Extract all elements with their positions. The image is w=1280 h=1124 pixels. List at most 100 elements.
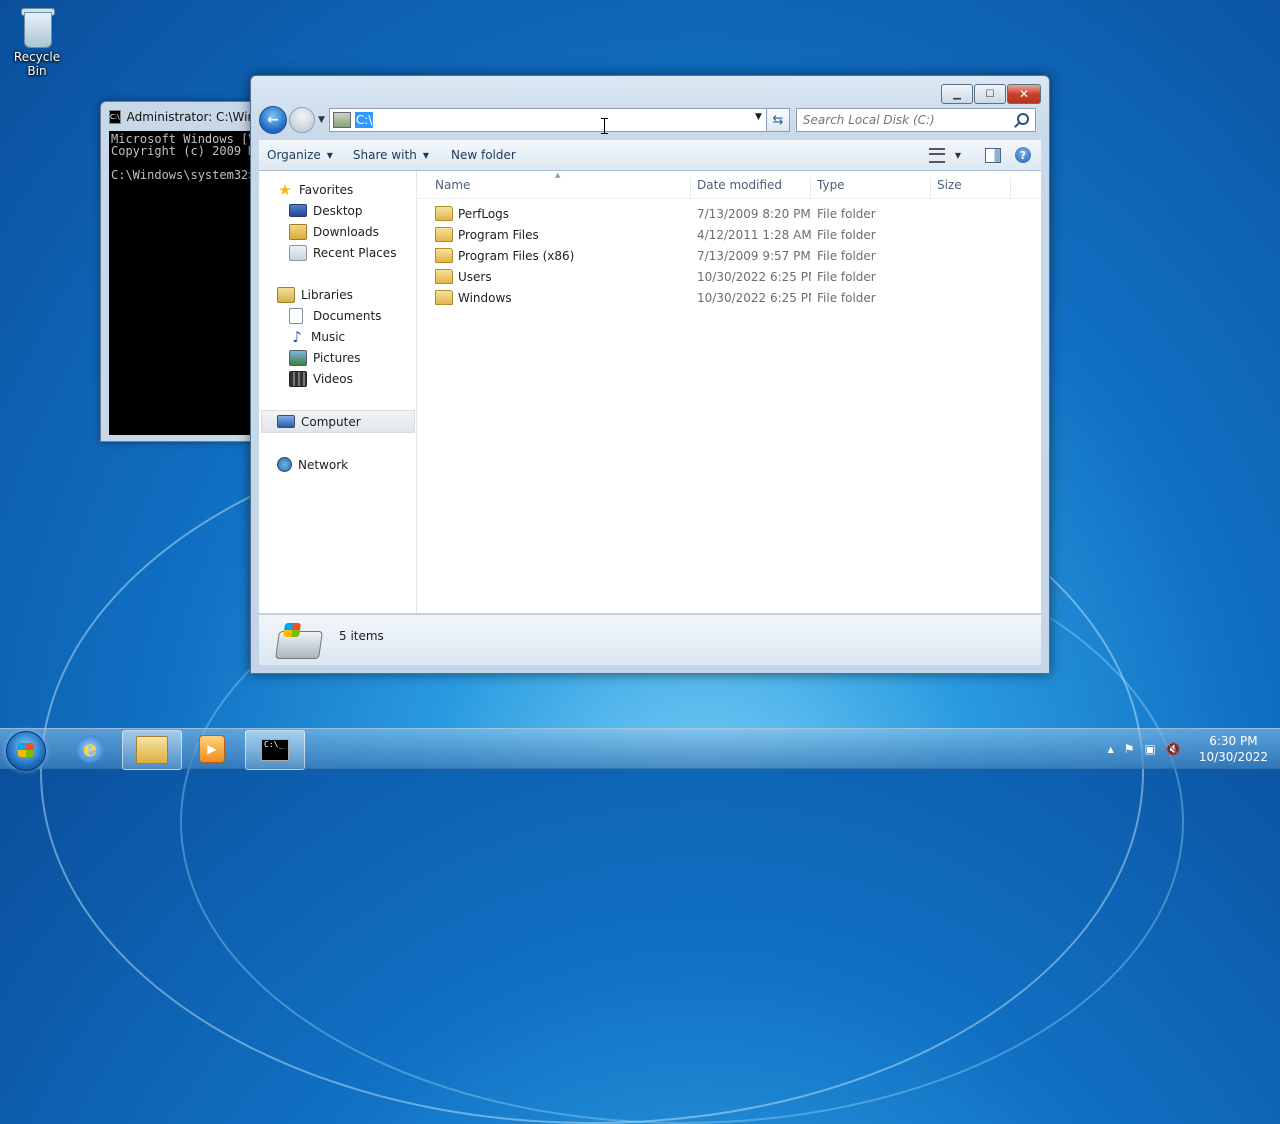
share-with-label: Share with: [352, 148, 417, 162]
column-header-type[interactable]: Type: [811, 178, 931, 198]
navigation-pane[interactable]: ★ Favorites Desktop Downloads Recent Plac…: [259, 171, 417, 613]
nav-music[interactable]: ♪ Music: [259, 326, 416, 347]
file-name: Program Files: [458, 227, 539, 242]
taskbar: e ▶ C:\_ ▲ ⚑ ▣ 🔇 6:30 PM 10/30/2022: [0, 728, 1280, 771]
start-button[interactable]: [6, 731, 46, 771]
file-type: File folder: [817, 227, 876, 242]
nav-favorites[interactable]: ★ Favorites: [259, 179, 416, 200]
minimize-icon: ▁: [953, 88, 961, 100]
maximize-icon: ☐: [985, 88, 995, 100]
column-label: Date modified: [697, 178, 783, 192]
taskbar-command-prompt[interactable]: C:\_: [245, 730, 305, 770]
file-name: Windows: [458, 290, 512, 305]
file-date: 10/30/2022 6:25 PM: [697, 269, 811, 284]
address-dropdown-icon[interactable]: ▼: [755, 112, 762, 122]
search-box[interactable]: [795, 108, 1036, 132]
nav-downloads[interactable]: Downloads: [259, 221, 416, 242]
nav-label: Desktop: [313, 203, 363, 218]
folder-icon: [435, 248, 453, 263]
file-date: 7/13/2009 9:57 PM: [697, 248, 811, 263]
taskbar-windows-explorer[interactable]: [122, 730, 182, 770]
videos-icon: [289, 370, 307, 387]
nav-pictures[interactable]: Pictures: [259, 347, 416, 368]
change-view-button[interactable]: ▼: [928, 147, 961, 163]
drive-icon: [332, 112, 351, 128]
file-row[interactable]: Program Files 4/12/2011 1:28 AM File fol…: [417, 224, 1041, 245]
action-center-flag-icon[interactable]: ⚑: [1124, 742, 1135, 756]
forward-button[interactable]: [289, 107, 315, 133]
column-header-size[interactable]: Size: [931, 178, 1011, 198]
nav-desktop[interactable]: Desktop: [259, 200, 416, 221]
preview-pane-icon[interactable]: [985, 147, 1001, 163]
column-header-name[interactable]: Name: [417, 178, 691, 198]
internet-explorer-icon: e: [76, 735, 104, 763]
nav-recent-places[interactable]: Recent Places: [259, 242, 416, 263]
nav-label: Favorites: [299, 182, 354, 197]
file-name: Program Files (x86): [458, 248, 575, 263]
search-icon[interactable]: [1016, 113, 1029, 125]
cmd-title: Administrator: C:\Windows\system32\cmd.e…: [126, 110, 261, 124]
system-tray: ▲ ⚑ ▣ 🔇 6:30 PM 10/30/2022: [1108, 729, 1268, 769]
cmd-icon: C:\: [109, 110, 121, 124]
refresh-icon: ⇆: [772, 112, 784, 128]
file-type: File folder: [817, 248, 876, 263]
cmd-titlebar[interactable]: C:\ Administrator: C:\Windows\system32\c…: [101, 102, 261, 132]
file-date: 4/12/2011 1:28 AM: [697, 227, 811, 242]
close-button[interactable]: ✕: [1007, 84, 1041, 104]
recycle-bin-label: Recycle Bin: [13, 50, 61, 78]
volume-muted-icon[interactable]: 🔇: [1166, 742, 1181, 756]
nav-label: Network: [298, 457, 349, 472]
file-row[interactable]: Users 10/30/2022 6:25 PM File folder: [417, 266, 1041, 287]
refresh-button[interactable]: ⇆: [766, 108, 790, 132]
nav-label: Libraries: [301, 287, 353, 302]
pictures-icon: [289, 349, 307, 366]
clock-date: 10/30/2022: [1198, 750, 1268, 764]
nav-label: Music: [311, 329, 346, 344]
nav-computer[interactable]: Computer: [261, 410, 415, 433]
cmd-window[interactable]: C:\ Administrator: C:\Windows\system32\c…: [100, 101, 262, 442]
recycle-bin[interactable]: Recycle Bin: [4, 6, 70, 78]
recycle-bin-icon: [20, 6, 55, 48]
nav-network[interactable]: Network: [259, 454, 416, 475]
text-cursor-icon: [601, 118, 608, 134]
search-input[interactable]: [796, 112, 1015, 128]
file-name: Users: [458, 269, 492, 284]
recent-pages-dropdown-icon[interactable]: ▼: [318, 115, 325, 125]
file-row[interactable]: Program Files (x86) 7/13/2009 9:57 PM Fi…: [417, 245, 1041, 266]
console-line: Copyright (c) 2009 Microsoft Corporation…: [111, 144, 261, 158]
new-folder-button[interactable]: New folder: [443, 148, 524, 162]
nav-documents[interactable]: Documents: [259, 305, 416, 326]
show-hidden-icons-icon[interactable]: ▲: [1108, 745, 1114, 754]
clock[interactable]: 6:30 PM 10/30/2022: [1199, 733, 1268, 765]
file-row[interactable]: PerfLogs 7/13/2009 8:20 PM File folder: [417, 203, 1041, 224]
network-status-icon[interactable]: ▣: [1145, 742, 1156, 756]
clock-time: 6:30 PM: [1209, 734, 1258, 748]
cmd-console[interactable]: Microsoft Windows [Version 6.1.7601]Copy…: [109, 131, 261, 435]
file-date: 10/30/2022 6:25 PM: [697, 290, 811, 305]
file-name: PerfLogs: [458, 206, 510, 221]
address-path[interactable]: C:\: [354, 112, 374, 128]
nav-libraries[interactable]: Libraries: [259, 284, 416, 305]
taskbar-internet-explorer[interactable]: e: [61, 730, 119, 768]
file-list[interactable]: ▲ Name Date modified Type Size PerfLogs …: [417, 171, 1041, 613]
help-icon[interactable]: ?: [1015, 147, 1031, 163]
chevron-down-icon: ▼: [954, 150, 961, 160]
computer-icon: [277, 415, 295, 428]
address-bar[interactable]: C:\ ▼: [328, 108, 767, 132]
explorer-window[interactable]: ▁ ☐ ✕ ← ▼ C:\ ▼ ⇆ Organize ▼ Share with ▼ …: [250, 75, 1050, 674]
minimize-button[interactable]: ▁: [941, 84, 973, 104]
column-headers: ▲ Name Date modified Type Size: [417, 171, 1041, 199]
back-button[interactable]: ←: [259, 106, 287, 134]
command-bar: Organize ▼ Share with ▼ New folder ▼ ?: [259, 140, 1041, 171]
column-header-date-modified[interactable]: Date modified: [691, 178, 811, 198]
share-with-button[interactable]: Share with ▼: [345, 148, 437, 162]
file-row[interactable]: Windows 10/30/2022 6:25 PM File folder: [417, 287, 1041, 308]
view-details-icon: [928, 147, 945, 163]
file-date: 7/13/2009 8:20 PM: [697, 206, 811, 221]
media-player-icon: ▶: [199, 735, 225, 763]
maximize-button[interactable]: ☐: [974, 84, 1006, 104]
nav-videos[interactable]: Videos: [259, 368, 416, 389]
organize-button[interactable]: Organize ▼: [259, 148, 341, 162]
new-folder-label: New folder: [450, 148, 516, 162]
taskbar-media-player[interactable]: ▶: [183, 730, 241, 768]
